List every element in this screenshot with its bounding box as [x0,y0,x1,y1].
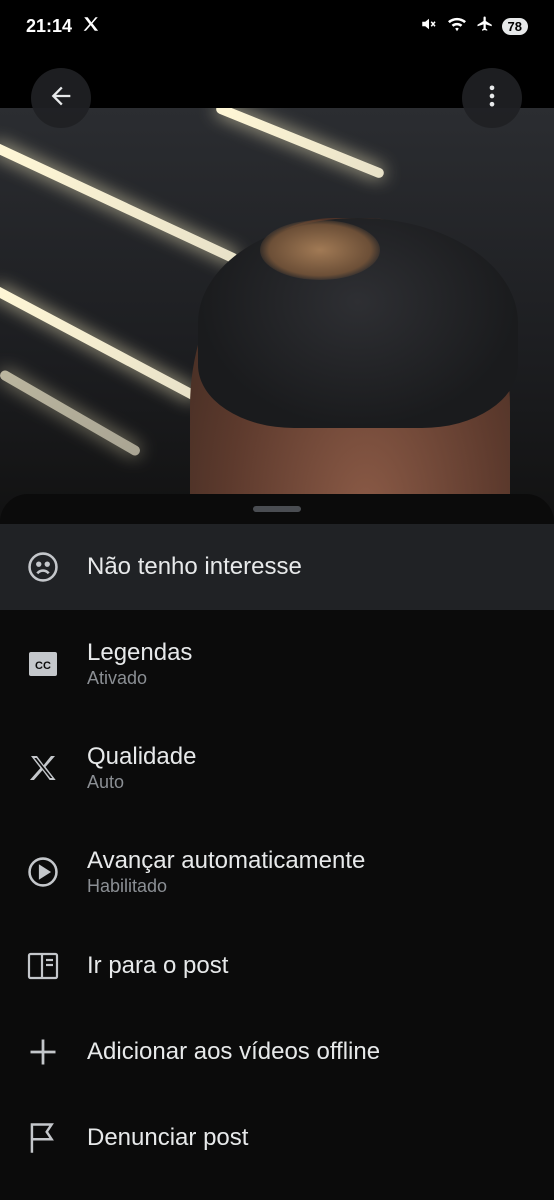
closed-captions-icon: CC [24,645,62,683]
menu-item-add-offline[interactable]: Adicionar aos vídeos offline [0,1010,554,1094]
x-logo-icon [82,15,100,38]
battery-icon: 78 [501,17,528,35]
airplane-icon [476,15,494,38]
back-button[interactable] [31,68,91,128]
post-panel-icon [24,947,62,985]
menu-item-status: Ativado [87,668,148,688]
menu-item-status: Auto [87,772,125,792]
status-time: 21:14 [26,15,73,36]
menu-item-label: Avançar automaticamente [87,847,366,874]
more-options-button[interactable] [462,68,522,128]
options-bottom-sheet: Não tenho interesse CC Legendas Ativado … [0,494,554,1200]
x-logo-icon [24,749,62,787]
menu-item-report[interactable]: Denunciar post [0,1096,554,1180]
flag-icon [24,1119,62,1157]
sad-face-icon [24,548,62,586]
menu-item-not-interested[interactable]: Não tenho interesse [0,524,554,610]
wifi-icon [446,15,468,38]
ceiling-light [0,368,142,458]
menu-item-label: Ir para o post [87,952,229,979]
menu-item-label: Adicionar aos vídeos offline [87,1038,381,1065]
back-arrow-icon [47,82,75,115]
more-vertical-icon [478,82,506,115]
play-circle-icon [24,853,62,891]
sheet-drag-handle[interactable] [253,506,301,512]
status-left: 21:14 [26,15,100,38]
menu-item-go-to-post[interactable]: Ir para o post [0,924,554,1008]
svg-text:CC: CC [35,660,51,672]
menu-item-captions[interactable]: CC Legendas Ativado [0,622,554,706]
status-right: 78 [420,15,528,38]
video-player[interactable] [0,108,554,528]
menu-item-label: Qualidade [87,743,197,770]
status-bar: 21:14 78 [0,0,554,52]
ceiling-light [214,108,386,180]
menu-item-label: Não tenho interesse [87,553,302,580]
menu-item-status: Habilitado [87,876,168,896]
menu-item-quality[interactable]: Qualidade Auto [0,726,554,810]
menu-item-autoplay[interactable]: Avançar automaticamente Habilitado [0,830,554,914]
ceiling-light [0,141,240,265]
mute-icon [420,15,438,38]
plus-icon [24,1033,62,1071]
menu-item-label: Legendas [87,639,193,666]
menu-item-label: Denunciar post [87,1124,249,1151]
video-hair [260,220,380,280]
